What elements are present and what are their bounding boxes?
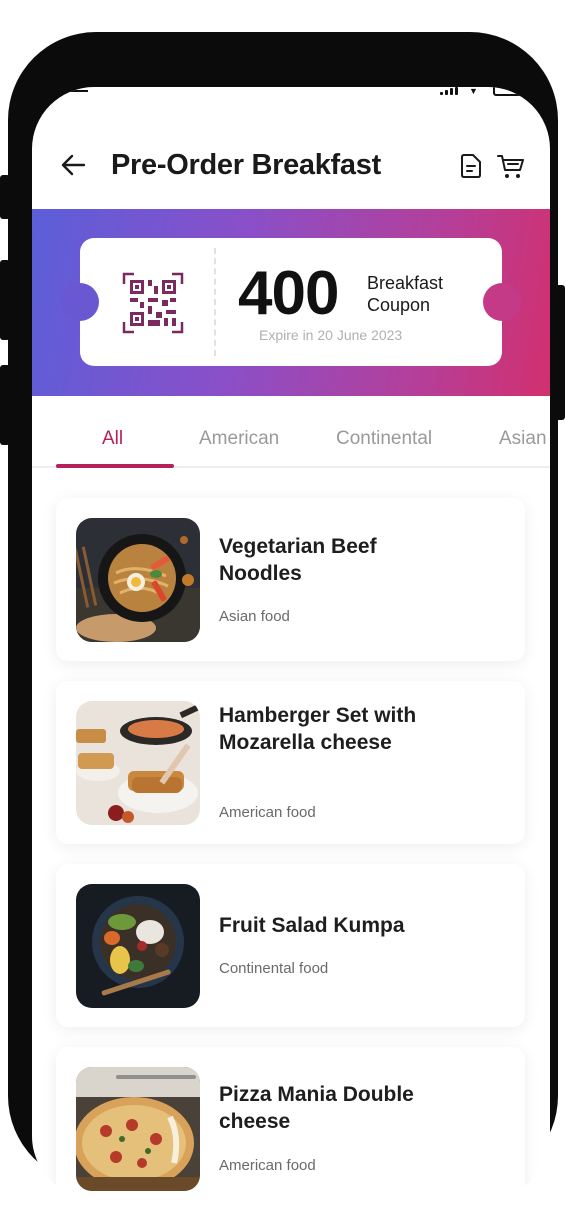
coupon-expiry: Expire in 20 June 2023 — [259, 327, 403, 343]
cart-button[interactable] — [496, 152, 526, 180]
tab-american[interactable]: American — [199, 428, 279, 450]
orders-button[interactable] — [457, 152, 485, 180]
active-tab-indicator — [56, 464, 174, 468]
arrow-left-icon — [61, 154, 86, 176]
coupon-label-line2: Coupon — [367, 295, 431, 315]
food-image-toast — [76, 701, 200, 825]
back-button[interactable] — [59, 151, 87, 179]
wifi-icon: ▼ — [469, 87, 478, 96]
tab-continental[interactable]: Continental — [336, 428, 432, 450]
food-card[interactable]: Vegetarian Beef Noodles Asian food — [56, 498, 525, 661]
coupon-notch-right — [483, 283, 521, 321]
food-name: Pizza Mania Double cheese — [219, 1083, 414, 1133]
coupon-notch-left — [61, 283, 99, 321]
food-image-pizza — [76, 1067, 200, 1191]
food-image-salad — [76, 884, 200, 1008]
food-name: Vegetarian Beef Noodles — [219, 535, 377, 585]
document-icon — [461, 154, 481, 178]
food-name: Fruit Salad Kumpa — [219, 914, 405, 937]
food-category: American food — [219, 1157, 316, 1174]
food-image-noodles — [76, 518, 200, 642]
status-time — [66, 87, 88, 92]
food-category: Asian food — [219, 608, 290, 625]
food-category: American food — [219, 804, 316, 821]
coupon-label: Breakfast Coupon — [367, 272, 467, 316]
tab-all[interactable]: All — [102, 428, 123, 450]
coupon-card[interactable]: 400 Breakfast Coupon Expire in 20 June 2… — [61, 238, 521, 366]
page-title: Pre-Order Breakfast — [111, 149, 381, 181]
food-card[interactable]: Fruit Salad Kumpa Continental food — [56, 864, 525, 1027]
food-category: Continental food — [219, 960, 329, 977]
coupon-banner: 400 Breakfast Coupon Expire in 20 June 2… — [32, 209, 550, 396]
signal-icon — [440, 87, 458, 95]
food-card[interactable]: Hamberger Set with Mozarella cheese Amer… — [56, 681, 525, 844]
coupon-label-line1: Breakfast — [367, 273, 444, 293]
category-tabs: All American Continental Asian — [32, 396, 550, 468]
cart-icon — [497, 155, 524, 178]
app-header: Pre-Order Breakfast — [32, 139, 550, 191]
phone-frame: ▼ Pre-Order Breakfast 400 Breakfast Coup… — [8, 32, 558, 1198]
app-screen: ▼ Pre-Order Breakfast 400 Breakfast Coup… — [32, 87, 550, 1198]
tab-asian[interactable]: Asian — [499, 428, 547, 450]
food-card[interactable]: Pizza Mania Double cheese American food — [56, 1047, 525, 1198]
qr-code-icon — [122, 272, 184, 334]
battery-icon — [493, 87, 525, 96]
coupon-amount: 400 — [238, 259, 339, 328]
food-name: Hamberger Set with Mozarella cheese — [219, 704, 417, 754]
coupon-divider — [214, 248, 216, 356]
status-bar: ▼ — [32, 87, 550, 97]
